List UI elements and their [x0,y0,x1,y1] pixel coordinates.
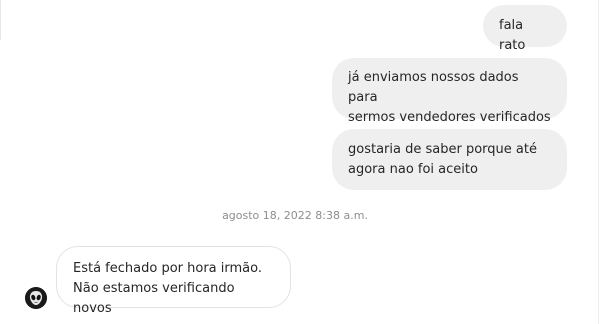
sent-message-bubble[interactable]: fala rato [483,5,567,53]
received-message-bubble[interactable]: Está fechado por hora irmão. Não estamos… [56,246,291,316]
chat-thread: fala rato já enviamos nossos dados para … [0,0,599,324]
sent-message-bubble[interactable]: gostaria de saber porque até agora nao f… [332,129,567,190]
alien-head-icon [25,287,47,309]
message-timestamp: agosto 18, 2022 8:38 a.m. [222,209,368,222]
sender-avatar[interactable] [25,287,47,309]
left-edge-divider [0,0,5,40]
sent-message-bubble[interactable]: já enviamos nossos dados para sermos ven… [332,58,567,125]
